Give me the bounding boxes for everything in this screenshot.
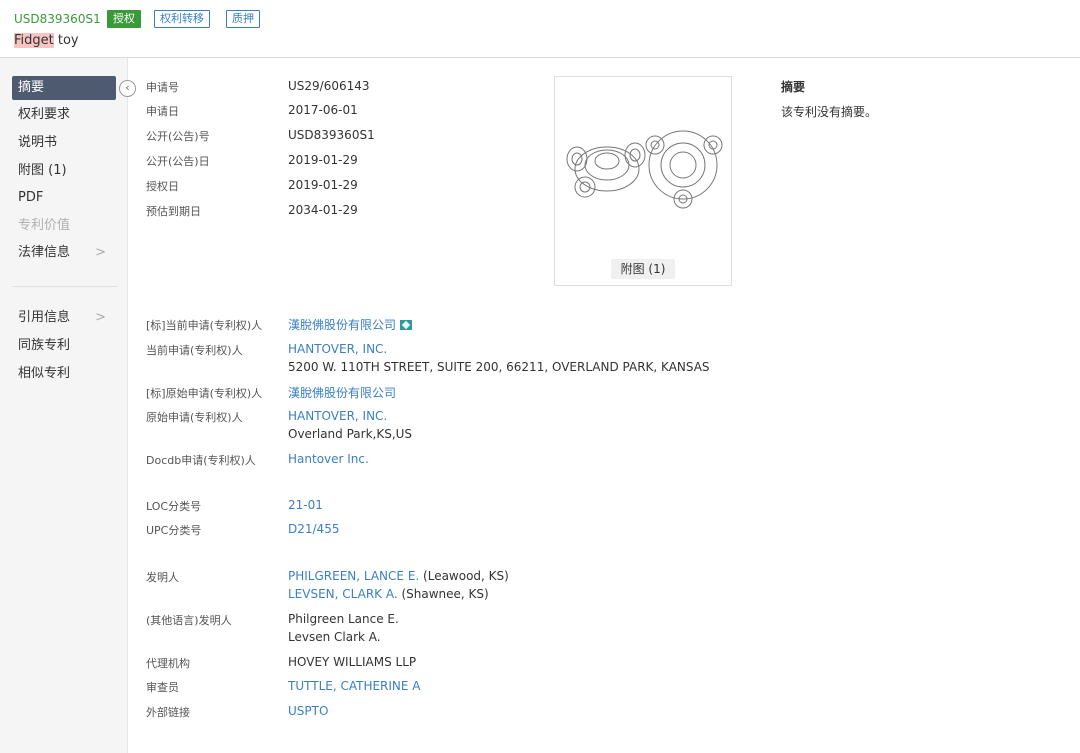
nav-item-citations[interactable]: 引用信息 > (12, 306, 116, 330)
upc-class[interactable]: D21/455 (288, 522, 339, 536)
publication-date: 2019-01-29 (288, 153, 358, 167)
nav-label: 专利价值 (18, 218, 71, 233)
nav-item-pdf[interactable]: PDF (12, 186, 116, 210)
inventor-location: (Leawood, KS) (419, 569, 509, 583)
loc-class[interactable]: 21-01 (288, 498, 323, 512)
field-label: Docdb申请(专利权)人 (146, 454, 256, 467)
abstract-text: 该专利没有摘要。 (781, 105, 878, 119)
badge-pledge[interactable]: 质押 (226, 10, 260, 28)
field-label: 公开(公告)日 (146, 155, 210, 168)
nav-label: 引用信息 (18, 310, 71, 325)
nav-label: 摘要 (18, 80, 45, 95)
nav-divider (12, 286, 118, 287)
inventor-2: LEVSEN, CLARK A. (Shawnee, KS) (288, 587, 489, 601)
nav-label: 法律信息 (18, 245, 71, 260)
figure-thumbnail[interactable]: 附图 (1) (554, 76, 732, 286)
estimated-expiry-date: 2034-01-29 (288, 203, 358, 217)
nav-label: PDF (18, 190, 44, 205)
abstract-title: 摘要 (781, 80, 806, 94)
nav-item-patent-value: 专利价值 (12, 214, 116, 238)
nav-label: 说明书 (18, 135, 58, 150)
badge-rights-transfer[interactable]: 权利转移 (154, 10, 210, 28)
fidget-drawing (566, 130, 723, 209)
field-label: UPC分类号 (146, 524, 202, 537)
agency: HOVEY WILLIAMS LLP (288, 655, 417, 669)
nav-label: 附图 (1) (18, 163, 67, 178)
other-lang-inventor-1: Philgreen Lance E. (288, 612, 399, 626)
chevron-right-icon: > (95, 245, 106, 260)
applicant-name: 漢脫佛股份有限公司 (288, 318, 397, 332)
field-label: 审查员 (146, 681, 179, 694)
nav-item-legal-info[interactable]: 法律信息 > (12, 241, 116, 265)
std-current-applicant[interactable]: 漢脫佛股份有限公司 (288, 316, 413, 333)
title-rest: toy (53, 33, 79, 48)
sidebar: 摘要 权利要求 说明书 附图 (1) PDF 专利价值 法律信息 > 引用信息 > … (0, 58, 128, 753)
collapse-sidebar-icon[interactable]: ‹ (119, 80, 136, 97)
application-number: US29/606143 (288, 79, 370, 93)
title-highlight: Fidget (14, 33, 54, 48)
field-label: [标]当前申请(专利权)人 (146, 319, 263, 332)
nav-item-description[interactable]: 说明书 (12, 131, 116, 155)
application-date: 2017-06-01 (288, 103, 358, 117)
nav-item-similar[interactable]: 相似专利 (12, 362, 116, 386)
pub-number[interactable]: USD839360S1 (14, 12, 101, 26)
field-label: 授权日 (146, 180, 179, 193)
current-applicant[interactable]: HANTOVER, INC. (288, 342, 387, 356)
field-label: 申请号 (146, 81, 179, 94)
nav-item-abstract[interactable]: 摘要 (12, 76, 116, 100)
field-label: 发明人 (146, 571, 179, 584)
docdb-applicant[interactable]: Hantover Inc. (288, 452, 369, 466)
field-label: 代理机构 (146, 657, 190, 670)
status-badge-granted: 授权 (107, 10, 141, 28)
field-label: 公开(公告)号 (146, 130, 210, 143)
other-lang-inventor-2: Levsen Clark A. (288, 630, 381, 644)
nav-item-figures[interactable]: 附图 (1) (12, 159, 116, 183)
inventor-link[interactable]: PHILGREEN, LANCE E. (288, 569, 419, 583)
nav-label: 权利要求 (18, 107, 71, 122)
original-applicant[interactable]: HANTOVER, INC. (288, 409, 387, 423)
field-label: 预估到期日 (146, 205, 201, 218)
field-label: [标]原始申请(专利权)人 (146, 387, 263, 400)
header: USD839360S1 授权 权利转移 质押 Fidget toy (0, 0, 1080, 58)
field-label: 原始申请(专利权)人 (146, 411, 243, 424)
nav-item-family[interactable]: 同族专利 (12, 334, 116, 358)
company-icon[interactable] (400, 320, 413, 330)
std-original-applicant[interactable]: 漢脫佛股份有限公司 (288, 384, 396, 401)
nav-label: 同族专利 (18, 338, 71, 353)
nav-label: 相似专利 (18, 366, 71, 381)
field-label: 外部链接 (146, 706, 190, 719)
inventor-link[interactable]: LEVSEN, CLARK A. (288, 587, 398, 601)
patent-title: Fidget toy (14, 33, 79, 48)
nav-item-claims[interactable]: 权利要求 (12, 103, 116, 127)
field-label: 当前申请(专利权)人 (146, 344, 243, 357)
original-applicant-address: Overland Park,KS,US (288, 427, 413, 441)
inventor-location: (Shawnee, KS) (397, 587, 489, 601)
figure-button[interactable]: 附图 (1) (611, 259, 675, 279)
examiner[interactable]: TUTTLE, CATHERINE A (288, 679, 421, 693)
current-applicant-address: 5200 W. 110TH STREET, SUITE 200, 66211, … (288, 360, 710, 374)
grant-date: 2019-01-29 (288, 178, 358, 192)
field-label: 申请日 (146, 105, 179, 118)
inventor-1: PHILGREEN, LANCE E. (Leawood, KS) (288, 569, 509, 583)
chevron-right-icon: > (95, 310, 106, 325)
publication-number: USD839360S1 (288, 128, 375, 142)
field-label: (其他语言)发明人 (146, 614, 232, 627)
field-label: LOC分类号 (146, 500, 202, 513)
external-link-uspto[interactable]: USPTO (288, 704, 328, 718)
